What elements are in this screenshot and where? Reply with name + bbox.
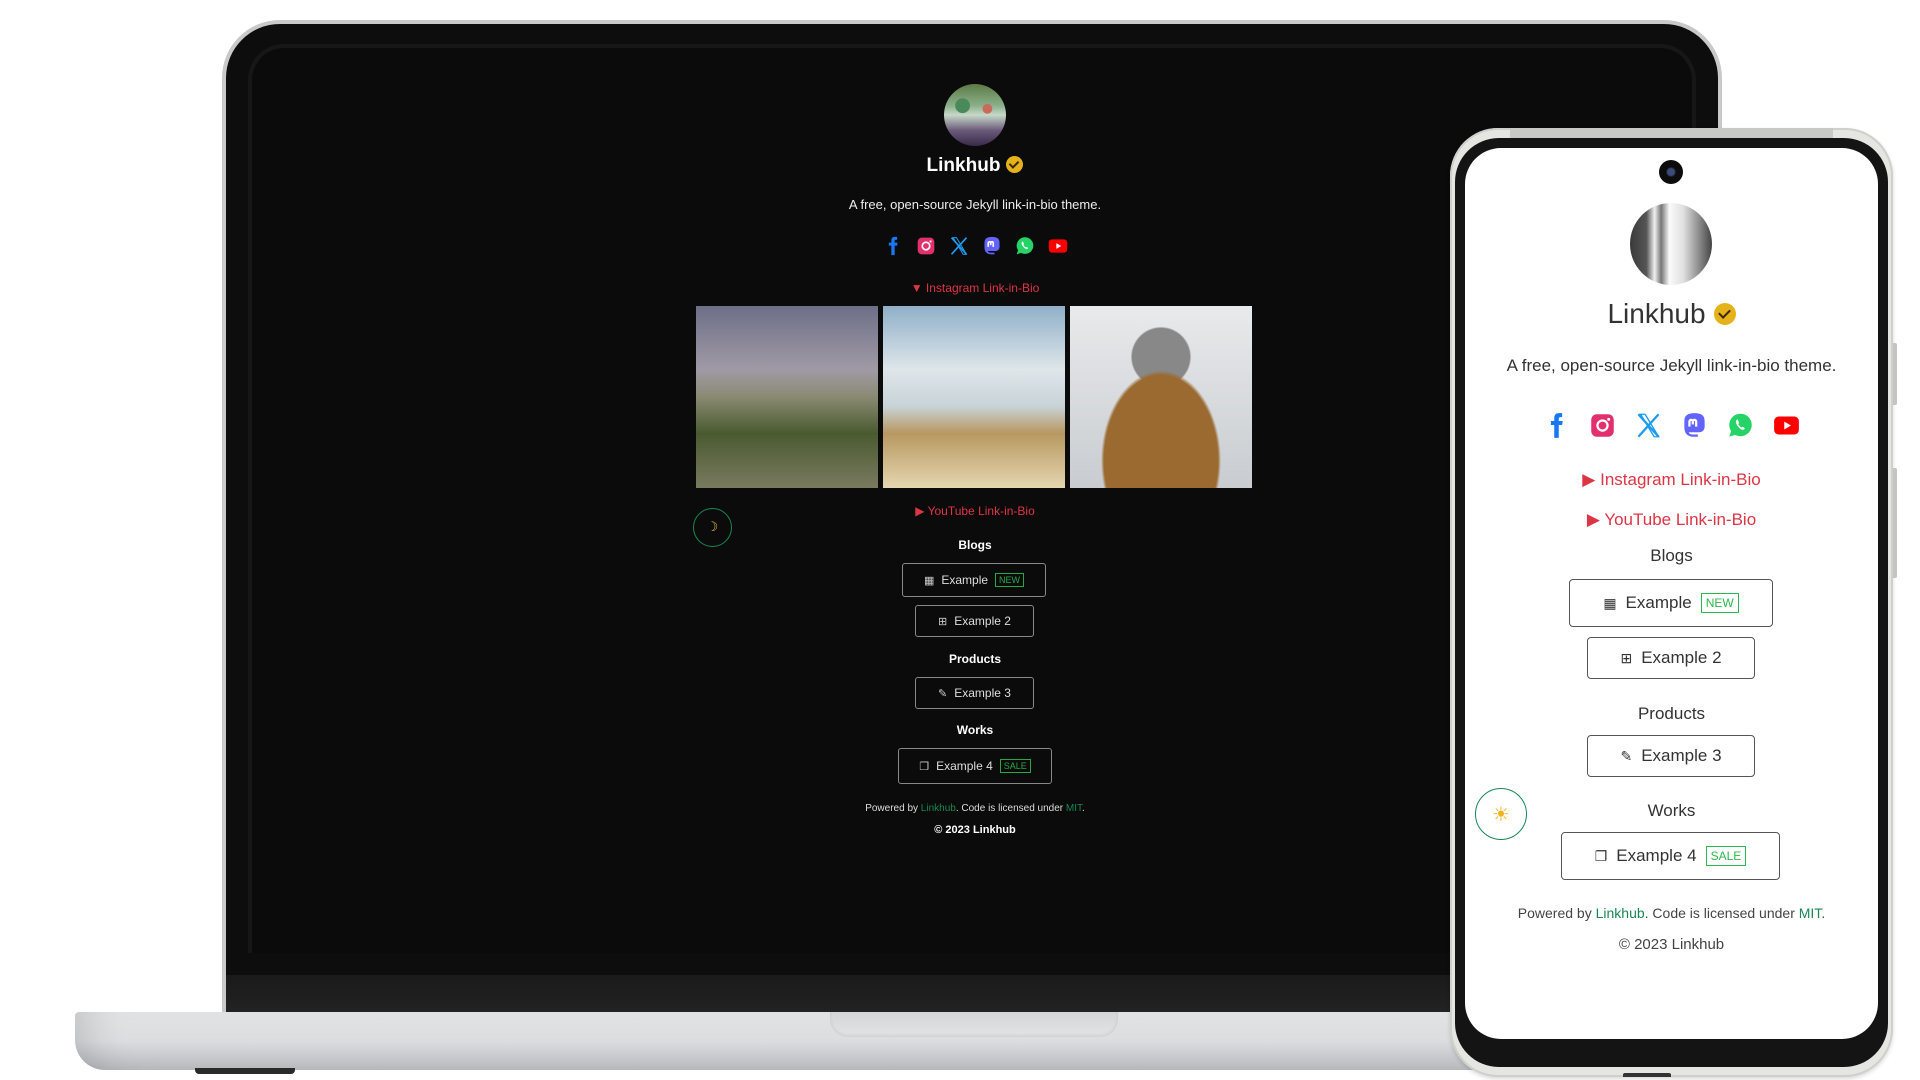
phone-avatar [1630, 203, 1712, 285]
linkhub-link[interactable]: Linkhub [921, 803, 956, 814]
mit-license-link[interactable]: MIT [1799, 905, 1822, 921]
verified-badge-icon [1713, 303, 1736, 325]
instagram-photo[interactable] [1070, 306, 1252, 488]
section-heading-blogs: Blogs [958, 538, 992, 552]
link-button-example-3[interactable]: ✎ Example 3 [915, 677, 1034, 709]
film-icon: ▦ [923, 574, 935, 587]
laptop-copyright: © 2023 Linkhub [934, 824, 1016, 836]
whatsapp-icon[interactable] [1727, 412, 1754, 439]
instagram-photo[interactable] [883, 306, 1065, 488]
moon-icon: ☽ [706, 520, 719, 535]
mit-license-link[interactable]: MIT [1066, 803, 1082, 814]
link-button-example-2[interactable]: ⊞ Example 2 [915, 605, 1034, 637]
new-tag: NEW [1700, 593, 1739, 613]
translate-icon: ❐ [919, 760, 930, 773]
instagram-photo[interactable] [696, 306, 878, 488]
phone-top-band [1510, 128, 1833, 138]
sale-tag: SALE [1705, 846, 1747, 866]
facebook-icon[interactable] [883, 236, 903, 256]
translate-icon: ❐ [1594, 847, 1608, 864]
phone-site-title: Linkhub [1465, 298, 1878, 330]
laptop-footer-powered: Powered by Linkhub. Code is licensed und… [865, 803, 1085, 814]
phone-charging-port [1623, 1073, 1671, 1077]
laptop-site-title: Linkhub [675, 155, 1275, 177]
youtube-icon[interactable] [1773, 412, 1800, 439]
laptop-youtube-summary[interactable]: ▶ YouTube Link-in-Bio [675, 504, 1275, 518]
laptop-foot [195, 1068, 295, 1074]
section-heading-works: Works [956, 723, 994, 737]
film-icon: ▦ [1603, 594, 1617, 611]
laptop-site-description: A free, open-source Jekyll link-in-bio t… [848, 197, 1102, 212]
laptop-avatar [944, 84, 1006, 146]
section-heading-works: Works [1647, 801, 1696, 820]
link-button-example[interactable]: ▦ Example NEW [1569, 579, 1773, 627]
facebook-icon[interactable] [1543, 412, 1570, 439]
phone-frame: Linkhub A free, open-source Jekyll link-… [1450, 128, 1897, 1077]
basket-icon: ⊞ [1620, 649, 1633, 666]
phone-youtube-summary[interactable]: ▶ YouTube Link-in-Bio [1465, 510, 1878, 530]
linkhub-link[interactable]: Linkhub [1596, 905, 1645, 921]
mastodon-icon[interactable] [982, 236, 1002, 256]
laptop-trackpad-notch [830, 1012, 1118, 1037]
pencil-icon: ✎ [1620, 747, 1633, 764]
link-button-example-4[interactable]: ❐ Example 4 SALE [1561, 832, 1780, 880]
camera-icon [1659, 160, 1683, 184]
instagram-icon[interactable] [916, 236, 936, 256]
section-heading-products: Products [1637, 704, 1706, 723]
laptop-instagram-grid [696, 306, 1252, 488]
basket-icon: ⊞ [938, 615, 948, 628]
instagram-icon[interactable] [1589, 412, 1616, 439]
link-button-example[interactable]: ▦ Example NEW [902, 563, 1046, 597]
new-tag: NEW [995, 573, 1025, 587]
pencil-icon: ✎ [938, 687, 948, 700]
phone-bezel: Linkhub A free, open-source Jekyll link-… [1455, 138, 1888, 1067]
phone-footer-powered: Powered by Linkhub. Code is licensed und… [1517, 905, 1826, 921]
phone-copyright: © 2023 Linkhub [1618, 936, 1725, 953]
phone-instagram-summary[interactable]: ▶ Instagram Link-in-Bio [1465, 470, 1878, 490]
laptop-instagram-summary[interactable]: ▼ Instagram Link-in-Bio [675, 281, 1275, 295]
link-button-example-3[interactable]: ✎ Example 3 [1587, 735, 1755, 777]
sale-tag: SALE [999, 759, 1031, 773]
section-heading-blogs: Blogs [1650, 546, 1693, 565]
x-icon[interactable] [1635, 412, 1662, 439]
mastodon-icon[interactable] [1681, 412, 1708, 439]
phone-volume-button [1893, 468, 1897, 578]
link-button-example-4[interactable]: ❐ Example 4 SALE [898, 748, 1052, 784]
verified-badge-icon [1006, 156, 1024, 173]
laptop-base [75, 1012, 1515, 1070]
phone-power-button [1893, 343, 1897, 405]
section-heading-products: Products [948, 652, 1001, 666]
x-icon[interactable] [949, 236, 969, 256]
phone-social-links [1465, 412, 1878, 439]
laptop-social-links [675, 236, 1275, 256]
phone-screen: Linkhub A free, open-source Jekyll link-… [1465, 148, 1878, 1039]
whatsapp-icon[interactable] [1015, 236, 1035, 256]
phone-site-description: A free, open-source Jekyll link-in-bio t… [1506, 356, 1837, 375]
link-button-example-2[interactable]: ⊞ Example 2 [1587, 637, 1755, 679]
youtube-icon[interactable] [1048, 236, 1068, 256]
